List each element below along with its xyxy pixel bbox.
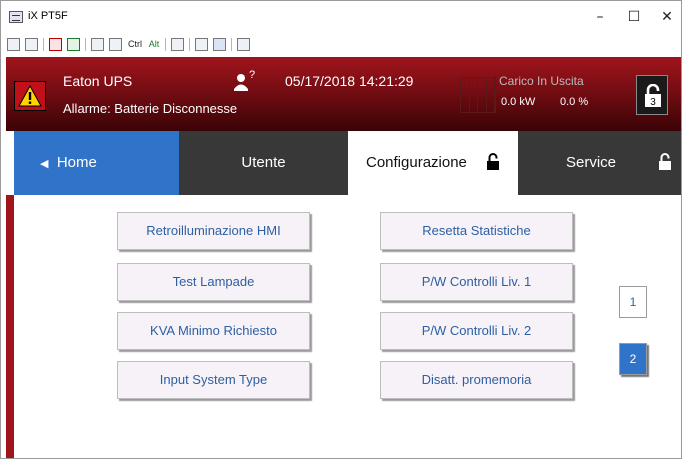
backlight-hmi-button[interactable]: Retroilluminazione HMI — [117, 212, 310, 250]
page-1-button[interactable]: 1 — [619, 286, 647, 318]
left-arrow-icon: ◀ — [40, 158, 49, 170]
tab-service[interactable]: Service — [518, 131, 681, 195]
page-2-button[interactable]: 2 — [619, 343, 647, 375]
user-level-icon[interactable]: ? — [232, 69, 264, 92]
reset-statistics-button[interactable]: Resetta Statistiche — [380, 212, 573, 250]
minimize-button[interactable]: – — [588, 7, 612, 27]
refresh-icon[interactable] — [67, 38, 80, 51]
window-icon[interactable] — [237, 38, 250, 51]
tab-bar: ◀ Home Utente Configurazione Service — [6, 131, 681, 195]
save-icon[interactable] — [213, 38, 226, 51]
maximize-button[interactable]: ☐ — [622, 7, 646, 27]
load-kw: 0.0 kW — [501, 96, 536, 108]
user-level: ? — [249, 69, 256, 81]
status-header: Eaton UPS Allarme: Batterie Disconnesse … — [6, 57, 681, 131]
load-bar-graph — [460, 77, 496, 113]
close-button[interactable]: ✕ — [655, 7, 679, 27]
info-icon[interactable] — [25, 38, 38, 51]
tab-utente-label: Utente — [241, 154, 286, 171]
lock-button[interactable]: 3 — [636, 75, 668, 115]
toolbar-separator — [165, 38, 166, 51]
copy-icon[interactable] — [171, 38, 184, 51]
unlock-icon — [487, 153, 499, 170]
left-accent-bar — [6, 195, 14, 458]
load-percent: 0.0 % — [560, 96, 589, 108]
load-title: Carico In Uscita — [499, 74, 584, 88]
toolbar-separator — [43, 38, 44, 51]
input-system-type-button[interactable]: Input System Type — [117, 361, 310, 399]
pw-level2-button[interactable]: P/W Controlli Liv. 2 — [380, 312, 573, 350]
target-icon[interactable] — [49, 38, 62, 51]
title-bar: iX PT5F – ☐ ✕ — [1, 1, 681, 33]
app-icon — [9, 11, 23, 23]
test-lamps-button[interactable]: Test Lampade — [117, 263, 310, 301]
ctrl-key[interactable]: Ctrl — [125, 38, 145, 51]
app-window: iX PT5F – ☐ ✕ Ctrl Alt Eaton UPS Allarme… — [0, 0, 682, 459]
toolbar-separator — [85, 38, 86, 51]
toolbar: Ctrl Alt — [1, 36, 681, 54]
alarm-button[interactable] — [14, 81, 46, 111]
window-title: iX PT5F — [28, 10, 68, 22]
alt-key[interactable]: Alt — [146, 38, 162, 51]
keyboard-icon[interactable] — [109, 38, 122, 51]
device-name: Eaton UPS — [63, 73, 133, 89]
transfer-icon[interactable] — [195, 38, 208, 51]
tab-home[interactable]: ◀ Home — [14, 131, 179, 195]
datetime: 05/17/2018 14:21:29 — [285, 73, 414, 89]
toolbar-separator — [231, 38, 232, 51]
pw-level1-button[interactable]: P/W Controlli Liv. 1 — [380, 263, 573, 301]
tab-home-label: Home — [56, 154, 97, 171]
toolbar-separator — [189, 38, 190, 51]
tab-utente[interactable]: Utente — [179, 131, 348, 195]
disable-reminder-button[interactable]: Disatt. promemoria — [380, 361, 573, 399]
unlock-icon — [659, 153, 671, 170]
tab-service-label: Service — [566, 154, 617, 171]
warning-icon — [18, 85, 42, 107]
lock-level: 3 — [650, 97, 656, 108]
glasses-icon[interactable] — [91, 38, 104, 51]
tab-configurazione[interactable]: Configurazione — [348, 131, 518, 195]
unlock-icon: 3 — [645, 84, 661, 108]
min-kva-button[interactable]: KVA Minimo Richiesto — [117, 312, 310, 350]
alarm-message: Allarme: Batterie Disconnesse — [63, 101, 238, 116]
properties-icon[interactable] — [7, 38, 20, 51]
tab-configurazione-label: Configurazione — [366, 154, 467, 171]
